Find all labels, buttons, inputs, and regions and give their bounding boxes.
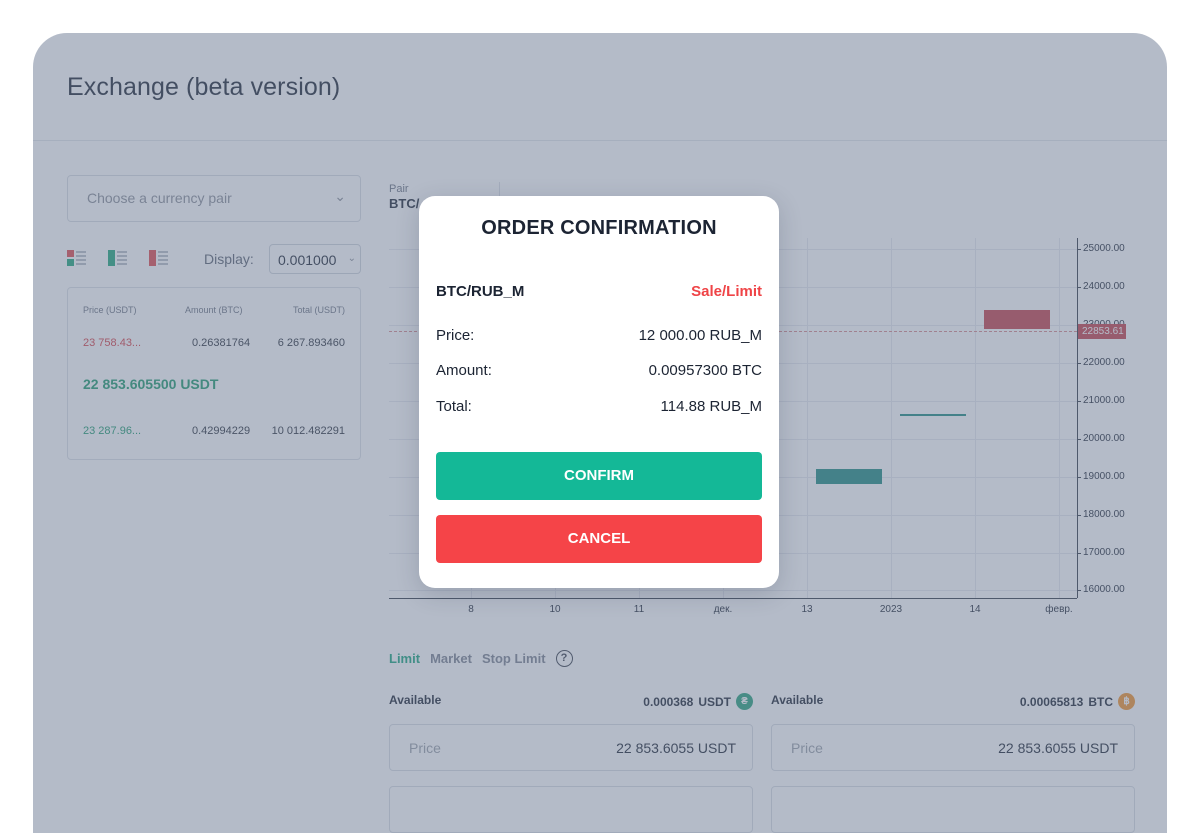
order-total-label: Total:: [436, 398, 472, 415]
confirm-button[interactable]: CONFIRM: [436, 452, 762, 500]
order-pair: BTC/RUB_M: [436, 283, 525, 300]
order-price-value: 12 000.00 RUB_M: [638, 327, 762, 344]
order-price-row: Price: 12 000.00 RUB_M: [436, 327, 762, 344]
cancel-button[interactable]: CANCEL: [436, 515, 762, 563]
order-confirmation-dialog: ORDER CONFIRMATION BTC/RUB_M Sale/Limit …: [419, 196, 779, 588]
order-total-row: Total: 114.88 RUB_M: [436, 398, 762, 415]
order-amount-label: Amount:: [436, 362, 492, 379]
order-amount-value: 0.00957300 BTC: [648, 362, 762, 379]
dialog-title: ORDER CONFIRMATION: [481, 217, 717, 239]
order-amount-row: Amount: 0.00957300 BTC: [436, 362, 762, 379]
order-side: Sale/Limit: [691, 283, 762, 300]
order-summary-row: BTC/RUB_M Sale/Limit: [436, 283, 762, 300]
order-price-label: Price:: [436, 327, 475, 344]
order-total-value: 114.88 RUB_M: [660, 398, 762, 415]
